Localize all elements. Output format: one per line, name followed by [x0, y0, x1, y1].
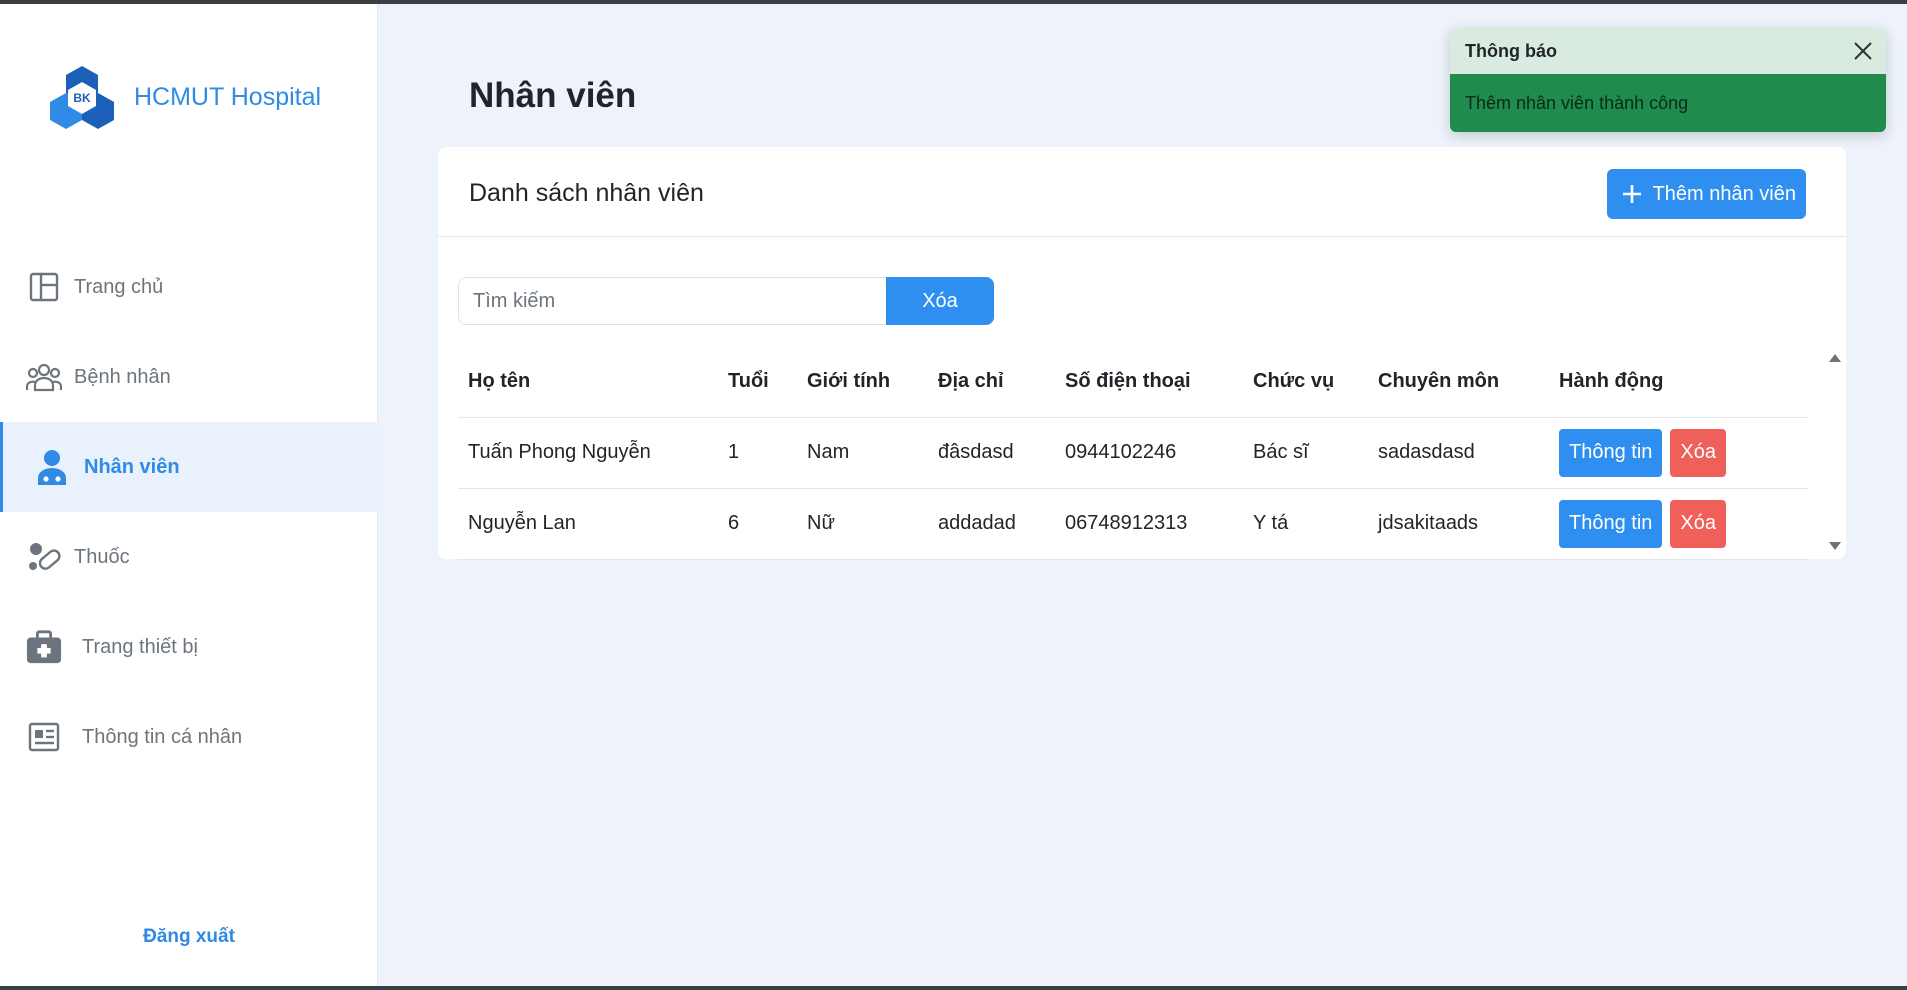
- search-input[interactable]: [458, 277, 886, 325]
- plus-icon: [1622, 185, 1641, 203]
- app-name: HCMUT Hospital: [134, 82, 322, 111]
- logout-link[interactable]: Đăng xuất: [0, 926, 378, 948]
- staff-table-wrapper: Họ tên Tuổi Giới tính Địa chỉ Số điện th…: [458, 347, 1808, 560]
- toast-title: Thông báo: [1465, 40, 1557, 61]
- svg-text:BK: BK: [73, 91, 91, 105]
- cell-age: 6: [718, 488, 797, 560]
- sidebar-item-home[interactable]: Trang chủ: [0, 242, 378, 332]
- sidebar-item-patients[interactable]: Bệnh nhân: [0, 332, 378, 422]
- sidebar-item-label: Trang chủ: [74, 275, 164, 298]
- page-title: Nhân viên: [469, 76, 637, 115]
- add-staff-button[interactable]: Thêm nhân viên: [1606, 169, 1806, 219]
- sidebar: BK HCMUT Hospital Trang chủ Bệnh nhân Nh…: [0, 4, 378, 986]
- brand[interactable]: BK HCMUT Hospital: [50, 64, 321, 130]
- cell-specialty: jdsakitaads: [1368, 488, 1549, 560]
- cell-actions: Thông tin Xóa: [1549, 488, 1808, 560]
- cell-phone: 0944102246: [1055, 417, 1243, 489]
- delete-button[interactable]: Xóa: [1670, 499, 1726, 548]
- toast-message: Thêm nhân viên thành công: [1450, 74, 1886, 132]
- sidebar-nav: Trang chủ Bệnh nhân Nhân viên Thuốc Tran…: [0, 242, 378, 782]
- notification-toast: Thông báo Thêm nhân viên thành công: [1450, 28, 1886, 132]
- cell-specialty: sadasdasd: [1368, 417, 1549, 489]
- cell-address: đâsdasd: [928, 417, 1055, 489]
- id-card-icon: [26, 719, 62, 755]
- cell-actions: Thông tin Xóa: [1549, 417, 1808, 489]
- cell-name: Nguyễn Lan: [458, 488, 718, 560]
- delete-button[interactable]: Xóa: [1670, 428, 1726, 477]
- column-header-specialty[interactable]: Chuyên môn: [1368, 347, 1549, 418]
- cell-gender: Nam: [797, 417, 928, 489]
- search-bar: Xóa: [458, 277, 994, 325]
- sidebar-item-label: Thông tin cá nhân: [82, 725, 243, 748]
- scroll-down-arrow-icon[interactable]: [1829, 542, 1841, 550]
- sidebar-item-label: Trang thiết bị: [82, 635, 198, 658]
- cell-position: Bác sĩ: [1243, 417, 1368, 489]
- close-icon[interactable]: [1850, 38, 1876, 64]
- info-button[interactable]: Thông tin: [1559, 499, 1663, 548]
- app-window: BK HCMUT Hospital Trang chủ Bệnh nhân Nh…: [0, 4, 1907, 986]
- table-row: Nguyễn Lan 6 Nữ addadad 06748912313 Y tá…: [458, 488, 1808, 560]
- sidebar-item-staff[interactable]: Nhân viên: [0, 422, 378, 512]
- staff-list-card: Danh sách nhân viên Thêm nhân viên Xóa H…: [438, 147, 1846, 560]
- column-header-actions: Hành động: [1549, 347, 1808, 418]
- column-header-phone[interactable]: Số điện thoại: [1055, 347, 1243, 418]
- table-header-row: Họ tên Tuổi Giới tính Địa chỉ Số điện th…: [458, 347, 1808, 418]
- hcmut-logo-icon: BK: [50, 66, 114, 129]
- sidebar-item-medicine[interactable]: Thuốc: [0, 512, 378, 602]
- pills-icon: [26, 539, 62, 575]
- column-header-gender[interactable]: Giới tính: [797, 347, 928, 418]
- cell-gender: Nữ: [797, 488, 928, 560]
- cell-address: addadad: [928, 488, 1055, 560]
- sidebar-item-label: Thuốc: [74, 545, 130, 568]
- cell-name: Tuấn Phong Nguyễn: [458, 417, 718, 489]
- info-button[interactable]: Thông tin: [1559, 428, 1663, 477]
- scroll-up-arrow-icon[interactable]: [1829, 354, 1841, 362]
- cell-phone: 06748912313: [1055, 488, 1243, 560]
- sidebar-item-equipment[interactable]: Trang thiết bị: [0, 602, 378, 692]
- column-header-name[interactable]: Họ tên: [458, 347, 718, 418]
- sidebar-item-profile[interactable]: Thông tin cá nhân: [0, 692, 378, 782]
- medical-kit-icon: [26, 629, 62, 665]
- staff-table: Họ tên Tuổi Giới tính Địa chỉ Số điện th…: [458, 347, 1808, 560]
- toast-header: Thông báo: [1450, 28, 1886, 74]
- sidebar-item-label: Bệnh nhân: [74, 365, 171, 388]
- search-clear-button[interactable]: Xóa: [886, 277, 994, 325]
- doctor-icon: [34, 449, 70, 485]
- column-header-age[interactable]: Tuổi: [718, 347, 797, 418]
- card-header: Danh sách nhân viên Thêm nhân viên: [438, 147, 1846, 237]
- card-title: Danh sách nhân viên: [469, 179, 704, 207]
- sidebar-item-label: Nhân viên: [84, 455, 180, 478]
- cell-age: 1: [718, 417, 797, 489]
- cell-position: Y tá: [1243, 488, 1368, 560]
- add-staff-label: Thêm nhân viên: [1652, 182, 1796, 205]
- column-header-position[interactable]: Chức vụ: [1243, 347, 1368, 418]
- layout-icon: [26, 269, 62, 305]
- column-header-address[interactable]: Địa chỉ: [928, 347, 1055, 418]
- table-row: Tuấn Phong Nguyễn 1 Nam đâsdasd 09441022…: [458, 417, 1808, 489]
- people-icon: [26, 359, 62, 395]
